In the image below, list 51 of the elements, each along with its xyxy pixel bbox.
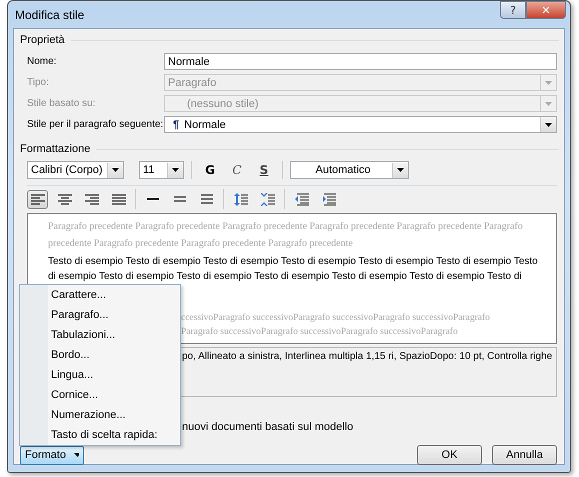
field-label: Stile basato su: <box>27 98 96 109</box>
menu-item[interactable]: Bordo... <box>20 345 180 365</box>
previous-paragraph-text: precedente Paragrafo precedente Paragrafo precedente Paragrafo precedente <box>48 237 354 251</box>
input-field[interactable]: Normale <box>164 53 557 70</box>
dropdown-field[interactable]: ¶ Normale <box>164 116 557 133</box>
underline-button[interactable]: S <box>253 161 275 179</box>
window-title: Modifica stile <box>15 8 86 22</box>
menu-item[interactable]: Tasto di scelta rapida: <box>20 425 180 445</box>
font-dropdown[interactable]: Calibri (Corpo) <box>27 161 124 179</box>
field-label: Nome: <box>27 56 58 67</box>
indent-icon <box>322 192 336 206</box>
menu-item[interactable]: Paragrafo... <box>20 305 180 325</box>
font-color-dropdown[interactable]: Automatico <box>290 161 409 179</box>
ok-button[interactable]: OK <box>417 445 482 465</box>
justify-icon <box>112 194 126 204</box>
menu-item[interactable]: Tabulazioni... <box>20 325 180 345</box>
align-right-icon <box>84 194 98 204</box>
option-label: nuovi documenti basati sul modello <box>182 421 354 433</box>
field-label: Stile per il paragrafo seguente: <box>27 119 164 130</box>
line-spacing-icon <box>172 194 186 204</box>
line-spacing-icon <box>200 194 214 204</box>
size-dropdown[interactable]: 11 <box>139 161 184 179</box>
align-left-icon <box>30 194 44 204</box>
previous-paragraph-text: Paragrafo precedente Paragrafo precedente Paragrafo precedente Paragrafo precedente Paragrafo precedente Paragrafo <box>48 220 524 234</box>
field-label: Tipo: <box>27 77 50 88</box>
italic-button[interactable]: C <box>226 161 248 179</box>
align-left-button[interactable] <box>27 190 48 208</box>
group-title: Formattazione <box>20 143 90 155</box>
dropdown-arrow-icon[interactable] <box>172 168 179 172</box>
sample-text: Testo di esempio Testo di esempio Testo di esempio Testo di esempio Testo di esempio Testo di esempio Testo <box>48 255 539 269</box>
paragraph-spacing-icon <box>234 192 248 206</box>
menu-item[interactable]: Numerazione... <box>20 405 180 425</box>
bold-button[interactable]: G <box>199 161 221 179</box>
menu-item[interactable]: Cornice... <box>20 385 180 405</box>
dropdown-arrow-icon[interactable] <box>397 168 404 172</box>
next-paragraph-text: Paragrafo successivoParagrafo successivoParagrafo successivoParagrafo <box>181 326 459 339</box>
caret-icon <box>74 453 79 457</box>
menu-item[interactable]: Carattere... <box>20 285 180 305</box>
style-description: po, Allineato a sinistra, Interlinea multipla 1,15 ri, SpazioDopo: 10 pt, Controlla righe <box>182 351 552 362</box>
menu-item[interactable]: Lingua... <box>20 365 180 385</box>
dropdown-arrow-icon[interactable] <box>112 168 119 172</box>
paragraph-spacing-icon <box>260 192 274 206</box>
format-button[interactable]: Formato <box>20 446 84 464</box>
next-paragraph-text: ccessivoParagrafo successivoParagrafo successivoParagrafo successivoParagrafo <box>181 312 491 325</box>
indent-icon <box>294 192 308 206</box>
sample-text: di esempio Testo di esempio Testo di esempio Testo di esempio Testo di esempio Testo di esempio Testo di <box>48 270 523 284</box>
group-title: Proprietà <box>20 34 65 46</box>
dropdown-arrow-icon[interactable] <box>545 122 552 126</box>
cancel-button[interactable]: Annulla <box>492 445 557 465</box>
align-center-icon <box>58 194 72 204</box>
help-button[interactable]: ? <box>500 1 526 19</box>
